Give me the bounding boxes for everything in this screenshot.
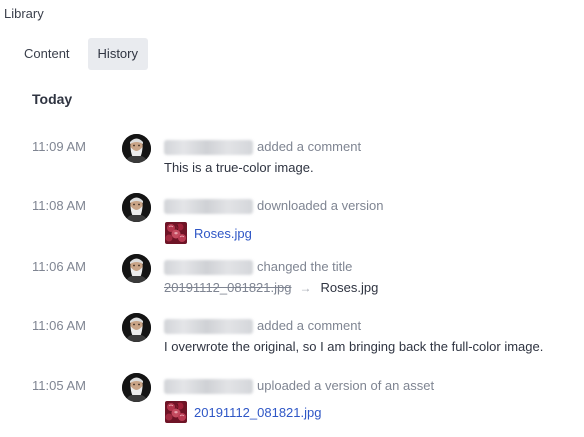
user-avatar[interactable] (122, 313, 151, 342)
entry-action: added a comment (257, 318, 362, 333)
user-name-redacted[interactable] (164, 199, 253, 214)
day-heading: Today (32, 91, 73, 107)
comment-text: This is a true-color image. (164, 160, 314, 175)
entry-detail: This is a true-color image. (164, 160, 314, 175)
tab-history[interactable]: History (87, 38, 148, 70)
comment-text: I overwrote the original, so I am bringi… (164, 339, 544, 354)
entry-action: uploaded a version of an asset (257, 378, 435, 393)
right-arrow-icon: → (299, 280, 312, 295)
entry-time: 11:06 AM (32, 318, 86, 333)
file-link[interactable]: Roses.jpg (194, 226, 252, 241)
user-name-redacted[interactable] (164, 319, 253, 334)
file-link[interactable]: 20191112_081821.jpg (194, 405, 321, 420)
entry-action: downloaded a version (257, 198, 384, 213)
entry-time: 11:09 AM (32, 139, 86, 154)
entry-time: 11:05 AM (32, 378, 86, 393)
entry-action: added a comment (257, 139, 362, 154)
entry-time: 11:06 AM (32, 259, 86, 274)
tab-content[interactable]: Content (14, 38, 80, 70)
user-name-redacted[interactable] (164, 140, 253, 155)
roses-thumbnail-icon[interactable] (165, 222, 187, 244)
user-avatar[interactable] (122, 134, 151, 163)
breadcrumb[interactable]: Library (4, 6, 44, 21)
entry-action: changed the title (257, 259, 353, 274)
old-title: 20191112_081821.jpg (164, 280, 292, 295)
user-avatar[interactable] (122, 373, 151, 402)
entry-detail: I overwrote the original, so I am bringi… (164, 339, 543, 354)
user-name-redacted[interactable] (164, 260, 253, 275)
entry-time: 11:08 AM (32, 198, 86, 213)
entry-detail: 20191112_081821.jpg → Roses.jpg (164, 280, 378, 295)
entry-detail: 20191112_081821.jpg (164, 401, 321, 423)
roses-thumbnail-icon[interactable] (165, 401, 187, 423)
user-name-redacted[interactable] (164, 379, 253, 394)
tab-bar: Content History (14, 38, 148, 70)
user-avatar[interactable] (122, 254, 151, 283)
new-title: Roses.jpg (320, 280, 379, 295)
user-avatar[interactable] (122, 193, 151, 222)
entry-detail: Roses.jpg (164, 222, 252, 244)
